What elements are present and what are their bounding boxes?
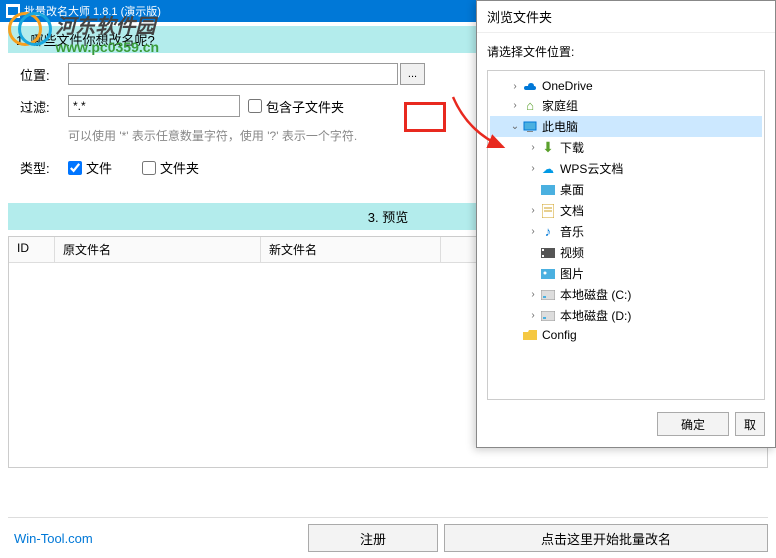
onedrive-icon [522, 79, 538, 93]
tree-item-label: 音乐 [560, 223, 584, 240]
tree-item-folder[interactable]: Config [490, 326, 762, 344]
tree-arrow-icon[interactable]: › [526, 205, 540, 216]
dialog-prompt: 请选择文件位置: [477, 33, 775, 66]
tree-item-label: WPS云文档 [560, 160, 623, 177]
type-file-checkbox[interactable]: 文件 [68, 158, 112, 177]
dialog-ok-button[interactable]: 确定 [657, 412, 729, 436]
filter-label: 过滤: [20, 97, 68, 116]
tree-item-desktop[interactable]: 桌面 [490, 179, 762, 200]
tree-item-download[interactable]: ›⬇ 下载 [490, 137, 762, 158]
tree-item-doc[interactable]: › 文档 [490, 200, 762, 221]
tree-arrow-icon[interactable]: › [526, 142, 540, 153]
folder-tree[interactable]: ›OneDrive›⌂家庭组⌄此电脑›⬇下载›☁WPS云文档桌面›文档›♪音乐视… [487, 70, 765, 400]
register-button[interactable]: 注册 [308, 524, 438, 552]
tree-item-label: 图片 [560, 265, 584, 282]
disk-icon [540, 288, 556, 302]
tree-item-wps[interactable]: ›☁ WPS云文档 [490, 158, 762, 179]
tree-arrow-icon[interactable]: › [526, 289, 540, 300]
tree-item-family[interactable]: ›⌂ 家庭组 [490, 95, 762, 116]
disk-icon [540, 309, 556, 323]
tree-item-label: 视频 [560, 244, 584, 261]
tree-item-label: 下载 [560, 139, 584, 156]
col-new[interactable]: 新文件名 [261, 237, 441, 262]
location-input[interactable] [68, 63, 398, 85]
tree-arrow-icon[interactable]: ⌄ [508, 121, 522, 132]
desktop-icon [540, 183, 556, 197]
app-title: 批量改名大师 1.8.1 (演示版) [24, 3, 161, 19]
start-rename-button[interactable]: 点击这里开始批量改名 [444, 524, 768, 552]
tree-item-label: 桌面 [560, 181, 584, 198]
filter-input[interactable] [68, 95, 240, 117]
tree-item-disk[interactable]: › 本地磁盘 (D:) [490, 305, 762, 326]
tree-arrow-icon[interactable]: › [526, 310, 540, 321]
browse-button[interactable]: ... [400, 63, 425, 85]
tree-arrow-icon[interactable]: › [526, 226, 540, 237]
location-label: 位置: [20, 65, 68, 84]
tree-item-label: 本地磁盘 (C:) [560, 286, 631, 303]
pic-icon [540, 267, 556, 281]
tree-item-video[interactable]: 视频 [490, 242, 762, 263]
tree-arrow-icon[interactable]: › [508, 81, 522, 92]
site-link[interactable]: Win-Tool.com [8, 531, 308, 546]
col-original[interactable]: 原文件名 [55, 237, 261, 262]
col-id[interactable]: ID [9, 237, 55, 262]
doc-icon [540, 204, 556, 218]
music-icon: ♪ [540, 225, 556, 239]
pc-icon [522, 120, 538, 134]
tree-item-label: OneDrive [542, 79, 593, 93]
tree-arrow-icon[interactable]: › [526, 163, 540, 174]
tree-item-disk[interactable]: › 本地磁盘 (C:) [490, 284, 762, 305]
tree-item-label: 本地磁盘 (D:) [560, 307, 631, 324]
tree-item-label: 文档 [560, 202, 584, 219]
tree-item-label: 此电脑 [542, 118, 578, 135]
tree-item-pic[interactable]: 图片 [490, 263, 762, 284]
app-icon [6, 4, 20, 18]
dialog-cancel-button[interactable]: 取 [735, 412, 765, 436]
folder-icon [522, 328, 538, 342]
tree-item-onedrive[interactable]: › OneDrive [490, 77, 762, 95]
browse-folder-dialog: 浏览文件夹 请选择文件位置: ›OneDrive›⌂家庭组⌄此电脑›⬇下载›☁W… [476, 0, 776, 448]
type-folder-checkbox[interactable]: 文件夹 [142, 158, 199, 177]
include-subfolder-checkbox[interactable]: 包含子文件夹 [248, 97, 344, 116]
wps-icon: ☁ [540, 162, 556, 176]
family-icon: ⌂ [522, 99, 538, 113]
tree-item-label: Config [542, 328, 577, 342]
video-icon [540, 246, 556, 260]
tree-arrow-icon[interactable]: › [508, 100, 522, 111]
type-label: 类型: [20, 158, 68, 177]
tree-item-music[interactable]: ›♪ 音乐 [490, 221, 762, 242]
tree-item-label: 家庭组 [542, 97, 578, 114]
dialog-title: 浏览文件夹 [477, 1, 775, 33]
download-icon: ⬇ [540, 141, 556, 155]
tree-item-pc[interactable]: ⌄ 此电脑 [490, 116, 762, 137]
